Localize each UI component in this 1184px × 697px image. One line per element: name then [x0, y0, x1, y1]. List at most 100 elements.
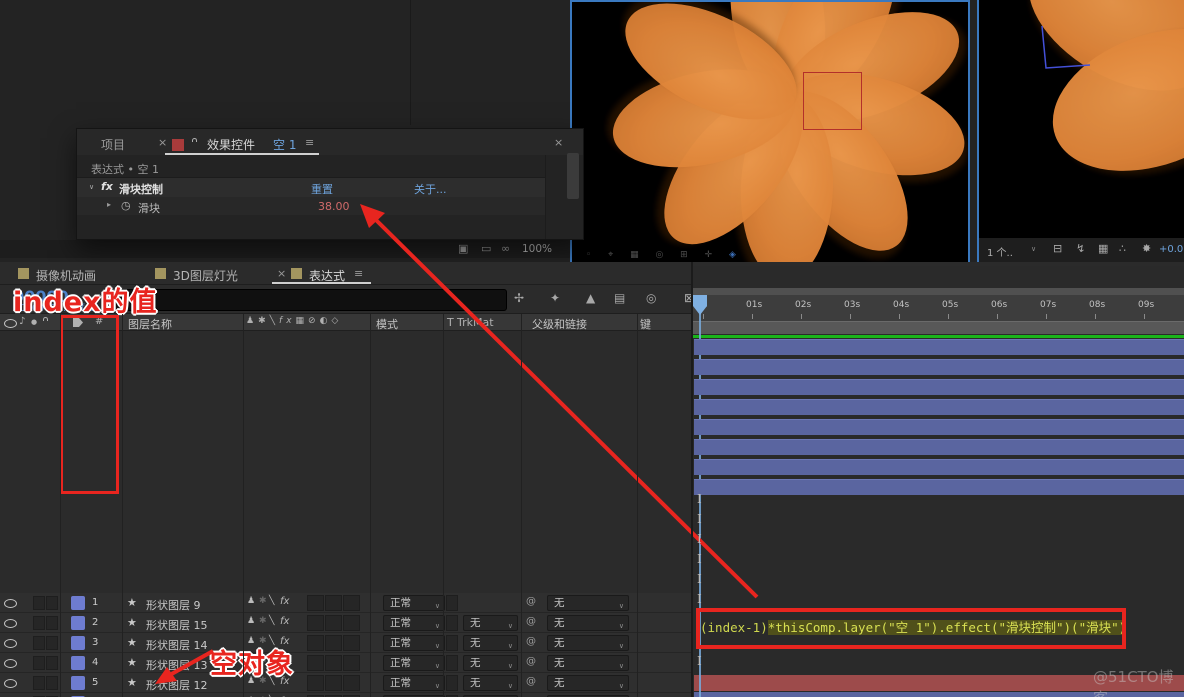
t-well: [446, 675, 458, 691]
eye-icon[interactable]: [4, 639, 17, 648]
tab-effect-controls[interactable]: 效果控件: [207, 136, 255, 153]
layer-duration-bar[interactable]: [694, 459, 1184, 475]
trkmat-column-header[interactable]: TrkMat: [457, 316, 494, 329]
layer-row[interactable]: 6★形状图层 11♟✱╲fx正常∨无∨@无∨: [0, 693, 692, 697]
layer-duration-bar[interactable]: [694, 359, 1184, 375]
null-object-outline[interactable]: [803, 72, 862, 130]
layer-duration-bar[interactable]: [694, 479, 1184, 495]
eye-icon[interactable]: [4, 679, 17, 688]
collapse-icon[interactable]: ∨: [89, 183, 94, 191]
parent-select[interactable]: 无∨: [547, 655, 629, 671]
hide-shy-layers-icon[interactable]: ▲: [586, 291, 595, 305]
panel-split-divider[interactable]: [691, 262, 693, 697]
tab-target-layer[interactable]: 空 1: [273, 136, 296, 153]
switch-well: [307, 595, 324, 611]
layer-row[interactable]: 3 ★ 形状图层 14 ♟ ✱ ╲ fx 正常 ∨ 无 ∨ @ 无 ∨: [0, 633, 692, 653]
magnification-select[interactable]: 100%: [522, 243, 552, 255]
label-color-swatch[interactable]: [172, 139, 184, 151]
draft-3d-icon[interactable]: ✦: [550, 291, 560, 305]
tab-menu-icon[interactable]: ≡: [354, 267, 363, 280]
reset-button[interactable]: 重置: [311, 181, 333, 197]
layer-row[interactable]: 1 ★ 形状图层 9 ♟ ✱ ╲ fx 正常 ∨ @ 无 ∨: [0, 593, 692, 613]
inpoint-mark: I: [697, 492, 702, 506]
blend-mode-select[interactable]: 正常∨: [383, 615, 445, 631]
layer-row[interactable]: 5 ★ 形状图层 12 ♟ ✱ ╲ fx 正常 ∨ 无 ∨ @ 无 ∨: [0, 673, 692, 693]
mode-column-header[interactable]: 模式: [376, 316, 398, 332]
eye-icon[interactable]: [4, 599, 17, 608]
label-color-chip[interactable]: [71, 596, 85, 610]
layer-row[interactable]: 4 ★ 形状图层 13 ♟ ✱ ╲ fx 正常 ∨ 无 ∨ @ 无 ∨: [0, 653, 692, 673]
view-layout-select[interactable]: 1 个..: [987, 244, 1013, 259]
label-color-chip[interactable]: [71, 676, 85, 690]
panel-menu-icon[interactable]: ≡: [305, 136, 314, 149]
expander-icon[interactable]: ▸: [107, 200, 111, 209]
tab-project[interactable]: 项目: [101, 136, 125, 153]
slider-row[interactable]: ▸ ◷ 滑块 38.00: [77, 197, 545, 215]
stereo-3d-view-icon[interactable]: ∞: [501, 242, 510, 255]
blend-mode-select[interactable]: 正常∨: [383, 595, 445, 611]
layer-duration-bar[interactable]: [694, 419, 1184, 435]
time-ruler[interactable]: 0s01s02s03s04s05s06s07s08s09s1: [693, 288, 1184, 321]
parent-pickwhip-icon[interactable]: @: [526, 596, 536, 607]
work-area-bar[interactable]: [693, 321, 1184, 334]
composition-viewer-2[interactable]: 1 个.. ∨ ⊟ ↯ ▦ ∴ ✸ +0.0: [977, 0, 1184, 265]
motion-blur-icon[interactable]: ◎: [646, 291, 656, 305]
effect-name[interactable]: 滑块控制: [119, 181, 163, 197]
column-divider: [370, 314, 371, 697]
scrollbar[interactable]: [567, 153, 579, 199]
pixel-aspect-icon[interactable]: ⊟: [1053, 242, 1062, 255]
frame-blending-icon[interactable]: ▤: [614, 291, 625, 305]
parent-select[interactable]: 无∨: [547, 675, 629, 691]
eye-icon[interactable]: [4, 619, 17, 628]
slider-value[interactable]: 38.00: [318, 200, 350, 213]
search-input[interactable]: [113, 289, 507, 311]
parent-pickwhip-icon[interactable]: @: [526, 656, 536, 667]
effect-row[interactable]: ∨ fx 滑块控制 重置 关于...: [77, 178, 545, 197]
composition-viewer[interactable]: ◦ ⌖ ▦ ◎ ⊞ ✛ ◈: [570, 0, 970, 265]
panel-close-icon[interactable]: ×: [554, 136, 563, 149]
label-color-chip[interactable]: [71, 636, 85, 650]
parent-pickwhip-icon[interactable]: @: [526, 616, 536, 627]
parent-pickwhip-icon[interactable]: @: [526, 676, 536, 687]
layer-duration-bar[interactable]: [694, 399, 1184, 415]
blend-mode-select[interactable]: 正常∨: [383, 675, 445, 691]
layer-name[interactable]: 形状图层 12: [146, 677, 208, 693]
comp-flowchart-icon[interactable]: ∴: [1119, 242, 1126, 255]
close-icon[interactable]: ×: [158, 136, 167, 149]
fast-preview-icon[interactable]: ↯: [1076, 242, 1085, 255]
parent-select[interactable]: 无∨: [547, 635, 629, 651]
layer-name[interactable]: 形状图层 15: [146, 617, 208, 633]
layer-name[interactable]: 形状图层 14: [146, 637, 208, 653]
blend-mode-select[interactable]: 正常∨: [383, 635, 445, 651]
label-color-chip[interactable]: [71, 656, 85, 670]
layer-duration-bar[interactable]: [694, 379, 1184, 395]
trkmat-select[interactable]: 无∨: [463, 635, 518, 651]
layer-name[interactable]: 形状图层 13: [146, 657, 208, 673]
about-button[interactable]: 关于...: [414, 181, 447, 197]
parent-column-header[interactable]: 父级和链接: [532, 316, 587, 332]
label-color-chip[interactable]: [71, 616, 85, 630]
panel-tab-bar: 项目 × 效果控件 空 1 ≡ ×: [77, 129, 583, 155]
exposure-icon[interactable]: ✸: [1142, 242, 1151, 255]
always-preview-icon[interactable]: ▣: [458, 242, 468, 255]
parent-pickwhip-icon[interactable]: @: [526, 636, 536, 647]
tab-close-icon[interactable]: ×: [277, 267, 286, 280]
stopwatch-icon[interactable]: ◷: [121, 199, 131, 212]
layer-duration-bar[interactable]: [694, 439, 1184, 455]
blend-mode-select[interactable]: 正常∨: [383, 655, 445, 671]
layer-row[interactable]: 2 ★ 形状图层 15 ♟ ✱ ╲ fx 正常 ∨ 无 ∨ @ 无 ∨: [0, 613, 692, 633]
layer-name[interactable]: 形状图层 9: [146, 597, 201, 613]
parent-select[interactable]: 无∨: [547, 615, 629, 631]
composition-mini-flowchart-icon[interactable]: ✢: [514, 291, 524, 305]
layer-duration-bar[interactable]: [694, 339, 1184, 355]
parent-select[interactable]: 无∨: [547, 595, 629, 611]
tab-3d-layer-light[interactable]: 3D图层灯光: [173, 267, 238, 284]
primary-viewer-icon[interactable]: ▭: [481, 242, 491, 255]
timeline-icon[interactable]: ▦: [1098, 242, 1108, 255]
exposure-value[interactable]: +0.0: [1159, 244, 1183, 255]
trkmat-select[interactable]: 无∨: [463, 615, 518, 631]
trkmat-select[interactable]: 无∨: [463, 655, 518, 671]
trkmat-select[interactable]: 无∨: [463, 675, 518, 691]
switch-well: [33, 656, 45, 670]
eye-icon[interactable]: [4, 659, 17, 668]
